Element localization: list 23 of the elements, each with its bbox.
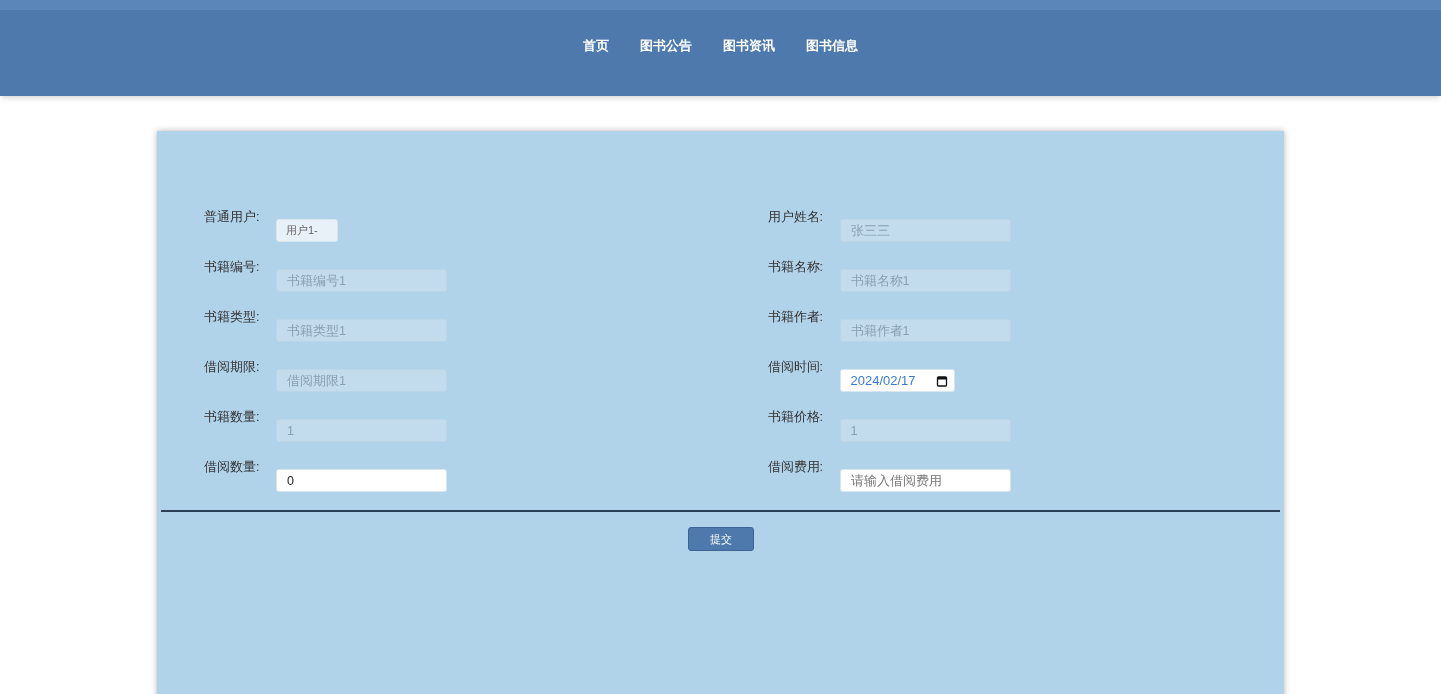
field-label: 借阅数量: (204, 459, 261, 475)
nav-link[interactable]: 图书资讯 (723, 36, 775, 56)
nav-link[interactable]: 图书信息 (806, 36, 858, 56)
field-label: 书籍名称: (767, 259, 824, 275)
input-field[interactable]: 0 (276, 469, 447, 492)
calendar-icon[interactable] (935, 374, 948, 387)
field-label: 书籍作者: (767, 309, 824, 325)
submit-button[interactable]: 提交 (687, 527, 754, 551)
nav-link[interactable]: 图书公告 (640, 36, 692, 56)
field-label: 借阅时间: (767, 359, 824, 375)
field-label: 书籍数量: (204, 409, 261, 425)
field-label: 书籍类型: (204, 309, 261, 325)
field-label: 普通用户: (204, 209, 261, 225)
field-label: 书籍价格: (767, 409, 824, 425)
field-label: 借阅期限: (204, 359, 261, 375)
select-field[interactable]: 用户1- (276, 219, 338, 242)
field-label: 用户姓名: (767, 209, 824, 225)
field-label: 借阅费用: (767, 459, 824, 475)
input-field[interactable]: 请输入借阅费用 (839, 469, 1011, 492)
nav-link[interactable]: 首页 (583, 36, 609, 56)
date-field[interactable]: 2024/02/17 (839, 369, 955, 392)
date-value: 2024/02/17 (850, 371, 916, 390)
field-label: 书籍编号: (204, 259, 261, 275)
